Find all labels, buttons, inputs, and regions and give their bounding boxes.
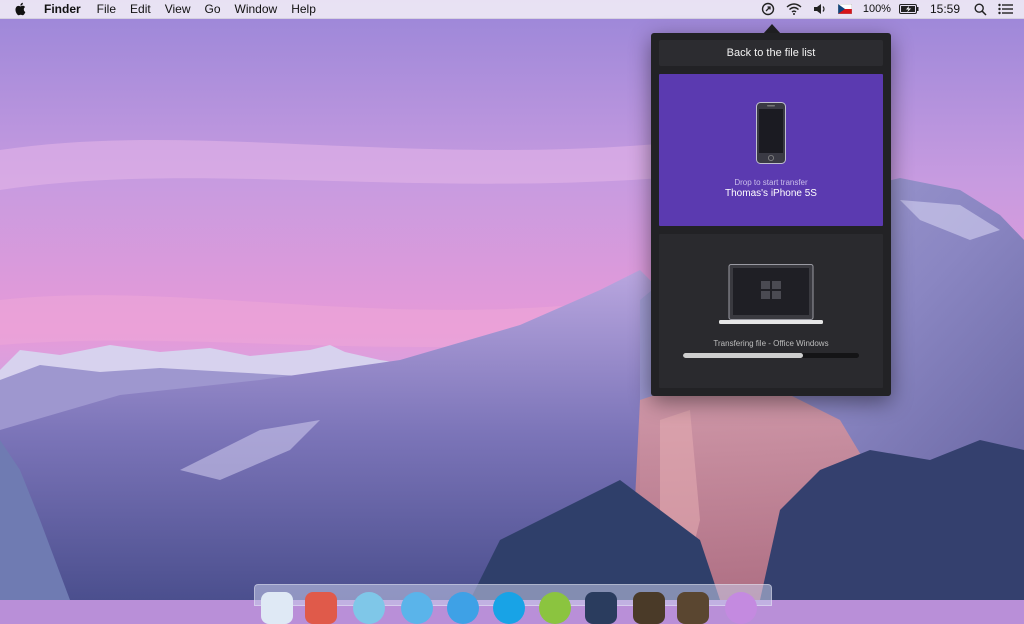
- mail-icon[interactable]: [447, 592, 479, 624]
- preview-icon[interactable]: [585, 592, 617, 624]
- battery-icon[interactable]: [898, 0, 919, 18]
- laptop-windows-icon: [719, 264, 823, 331]
- menu-window[interactable]: Window: [235, 0, 278, 18]
- dock: [254, 584, 772, 624]
- menu-go[interactable]: Go: [205, 0, 221, 18]
- wifi-icon[interactable]: [786, 0, 802, 18]
- menu-help[interactable]: Help: [291, 0, 316, 18]
- transfer-progress-fill: [683, 353, 803, 358]
- drop-hint-text: Drop to start transfer: [734, 178, 808, 187]
- notification-center-icon[interactable]: [998, 0, 1013, 18]
- menu-app-finder[interactable]: Finder: [44, 0, 81, 18]
- czech-flag-icon[interactable]: [837, 0, 852, 18]
- airdrop-status-icon[interactable]: [761, 0, 775, 18]
- photo-app-icon[interactable]: [633, 592, 665, 624]
- menu-file[interactable]: File: [97, 0, 116, 18]
- back-to-file-list-button[interactable]: Back to the file list: [659, 40, 883, 66]
- drop-target-card[interactable]: Drop to start transfer Thomas's iPhone 5…: [659, 74, 883, 226]
- menu-edit[interactable]: Edit: [130, 0, 151, 18]
- skype-icon[interactable]: [493, 592, 525, 624]
- menu-view[interactable]: View: [165, 0, 191, 18]
- books-icon[interactable]: [677, 592, 709, 624]
- safari-icon[interactable]: [353, 592, 385, 624]
- app-store-icon[interactable]: [401, 592, 433, 624]
- itunes-icon[interactable]: [725, 592, 757, 624]
- transfer-popover: Back to the file list Drop to start tran…: [651, 33, 891, 396]
- calendar-icon[interactable]: [305, 592, 337, 624]
- transfer-card: Transfering file - Office Windows: [659, 234, 883, 388]
- apple-icon[interactable]: [14, 2, 28, 16]
- menu-bar: Finder File Edit View Go Window Help 100…: [0, 0, 1024, 19]
- iphone-icon: [756, 102, 786, 169]
- device-name: Thomas's iPhone 5S: [725, 188, 817, 199]
- spotlight-search-icon[interactable]: [974, 0, 987, 18]
- battery-percent[interactable]: 100%: [863, 0, 891, 18]
- transfer-status-text: Transfering file - Office Windows: [713, 339, 829, 348]
- volume-icon[interactable]: [813, 0, 827, 18]
- transfer-progress-bar: [683, 353, 859, 358]
- maps-icon[interactable]: [539, 592, 571, 624]
- menu-clock[interactable]: 15:59: [930, 0, 960, 18]
- finder-icon[interactable]: [261, 592, 293, 624]
